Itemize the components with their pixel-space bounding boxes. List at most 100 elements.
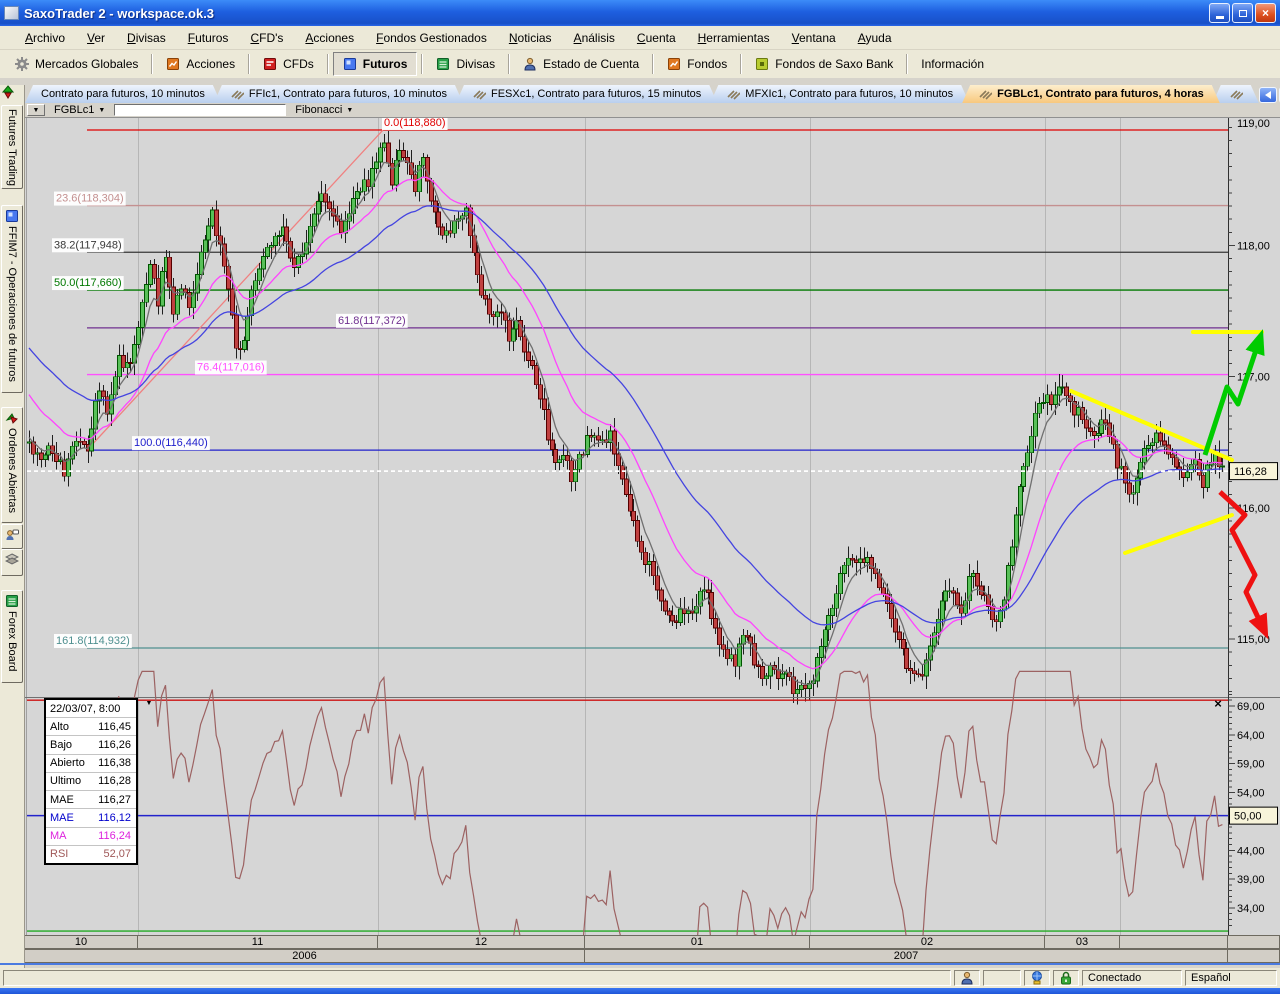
sidebar-button-contact-icon[interactable] [1, 524, 23, 549]
chart-menu-dropdown[interactable]: ▼ [27, 104, 45, 116]
menu-item-acciones[interactable]: Acciones [294, 28, 365, 48]
tab-partial[interactable] [1213, 85, 1259, 103]
toolbar-button-acciones[interactable]: Acciones [157, 52, 244, 76]
candle-up [1038, 403, 1042, 413]
restore-button[interactable] [1232, 3, 1253, 23]
candle-up [687, 611, 691, 614]
tab-scroll-left-button[interactable] [1259, 87, 1277, 103]
drawing-tool-selector[interactable]: Fibonacci [295, 104, 342, 116]
candle-down [1116, 444, 1120, 468]
sidebar-item-futures-trading[interactable]: Futures Trading [1, 105, 23, 189]
sidebar-button-layers-icon[interactable] [1, 549, 23, 576]
toolbar-button-cfds[interactable]: CFDs [254, 52, 323, 76]
menu-item-herramientas[interactable]: Herramientas [687, 28, 781, 48]
toolbar-button-divisas[interactable]: Divisas [427, 52, 504, 76]
year-cell-2006: 2006 [25, 950, 585, 962]
candle-down [531, 361, 535, 366]
menu-item-futuros[interactable]: Futuros [177, 28, 240, 48]
close-button[interactable]: × [1255, 3, 1276, 23]
candle-up [769, 666, 773, 677]
candle-down [757, 665, 761, 667]
sidebar-item-ordenes-abiertas[interactable]: Ordenes Abiertas [1, 407, 23, 523]
candle-up [859, 559, 863, 562]
candle-down [625, 479, 629, 494]
rsi-axis-label: 64,00 [1237, 730, 1265, 742]
info-row-value: 116,27 [98, 794, 131, 806]
rsi-axis-label: 54,00 [1237, 788, 1265, 800]
toolbar-button-mercados-globales[interactable]: Mercados Globales [6, 52, 147, 76]
chevron-down-icon[interactable]: ▼ [346, 107, 353, 114]
sidebar-item-label: FFIM7 - Operaciones de futuros [6, 226, 18, 382]
toolbar-button-futuros[interactable]: Futuros [333, 52, 418, 76]
candle-up [933, 633, 937, 646]
tab-label: FGBLc1, Contrato para futuros, 4 horas [997, 88, 1204, 100]
candle-up [1147, 445, 1151, 448]
tab-ffic1[interactable]: FFIc1, Contrato para futuros, 10 minutos [214, 85, 463, 103]
candle-down [387, 143, 391, 163]
candle-up [843, 565, 847, 573]
candle-down [632, 511, 636, 520]
candle-up [1221, 466, 1225, 467]
candle-up [149, 264, 153, 284]
rsi-axis-label: 59,00 [1237, 759, 1265, 771]
chart-region[interactable]: 119,00118,00117,00116,00115,0069,0064,00… [25, 117, 1280, 935]
toolbar-button-informaci-n[interactable]: Información [912, 52, 993, 76]
candle-up [679, 609, 683, 623]
candle-down [890, 604, 894, 619]
candle-up [176, 295, 180, 314]
minimize-button[interactable] [1209, 3, 1230, 23]
candle-up [1019, 486, 1023, 515]
candle-up [847, 558, 851, 565]
candle-down [898, 632, 902, 639]
toolbar-button-fondos-de-saxo-bank[interactable]: Fondos de Saxo Bank [746, 52, 902, 76]
menu-item-archivo[interactable]: Archivo [14, 28, 76, 48]
candle-down [1159, 433, 1163, 441]
candle-down [956, 593, 960, 605]
menu-item-ver[interactable]: Ver [76, 28, 116, 48]
fib-label-100.0: 100.0(116,440) [134, 437, 208, 449]
candle-down [239, 348, 243, 349]
candle-down [644, 552, 648, 564]
menu-item-cuenta[interactable]: Cuenta [626, 28, 687, 48]
sidebar-item-ffim7-operaciones-de-futuros[interactable]: FFIM7 - Operaciones de futuros [1, 205, 23, 393]
gear-icon [15, 57, 29, 71]
tab-contrato-para-futuros[interactable]: Contrato para futuros, 10 minutos [25, 85, 221, 103]
tab-fesxc1[interactable]: FESXc1, Contrato para futuros, 15 minuto… [456, 85, 717, 103]
menu-item-fondos-gestionados[interactable]: Fondos Gestionados [365, 28, 498, 48]
status-message-area [3, 970, 951, 986]
chart-pen-icon [726, 87, 740, 101]
candle-down [921, 674, 925, 676]
info-row-label: Alto [50, 721, 69, 733]
menu-item-divisas[interactable]: Divisas [116, 28, 177, 48]
menu-item-ventana[interactable]: Ventana [781, 28, 847, 48]
candle-down [527, 352, 531, 361]
instrument-selector[interactable]: FGBLc1 [54, 104, 94, 116]
tab-mfxic1[interactable]: MFXIc1, Contrato para futuros, 10 minuto… [710, 85, 969, 103]
candle-down [539, 385, 543, 399]
orders-icon [5, 411, 19, 425]
sidebar-item-forex-board[interactable]: Forex Board [1, 590, 23, 683]
menu-item-cfd-s[interactable]: CFD's [239, 28, 294, 48]
toolbar-button-estado-de-cuenta[interactable]: Estado de Cuenta [514, 52, 648, 76]
toolbar-button-fondos[interactable]: Fondos [658, 52, 736, 76]
timestamp-text: 22/03/07, 8:00 [50, 703, 120, 715]
candle-down [1050, 395, 1054, 405]
candle-down [656, 576, 660, 590]
candle-down [547, 409, 551, 440]
chevron-down-icon[interactable]: ▼ [98, 107, 105, 114]
menu-item-an-lisis[interactable]: Análisis [563, 28, 626, 48]
chart-search-input[interactable] [114, 104, 286, 116]
month-cell-03: 03 [1045, 936, 1120, 948]
menu-item-noticias[interactable]: Noticias [498, 28, 563, 48]
candle-down [597, 436, 601, 440]
rsi-pane-close-icon[interactable]: × [1210, 697, 1226, 711]
menu-item-ayuda[interactable]: Ayuda [847, 28, 903, 48]
price-chart[interactable]: 119,00118,00117,00116,00115,0069,0064,00… [25, 117, 1280, 935]
candle-down [79, 441, 83, 442]
title-bar[interactable]: SaxoTrader 2 - workspace.ok.3 × [0, 0, 1280, 26]
tab-fgblc1[interactable]: FGBLc1, Contrato para futuros, 4 horas [962, 85, 1220, 103]
panel-dropdown-icon[interactable]: ▼ [142, 700, 156, 711]
candle-down [570, 461, 574, 482]
sidebar-item-label: Ordenes Abiertas [6, 428, 18, 513]
candle-down [129, 363, 133, 364]
